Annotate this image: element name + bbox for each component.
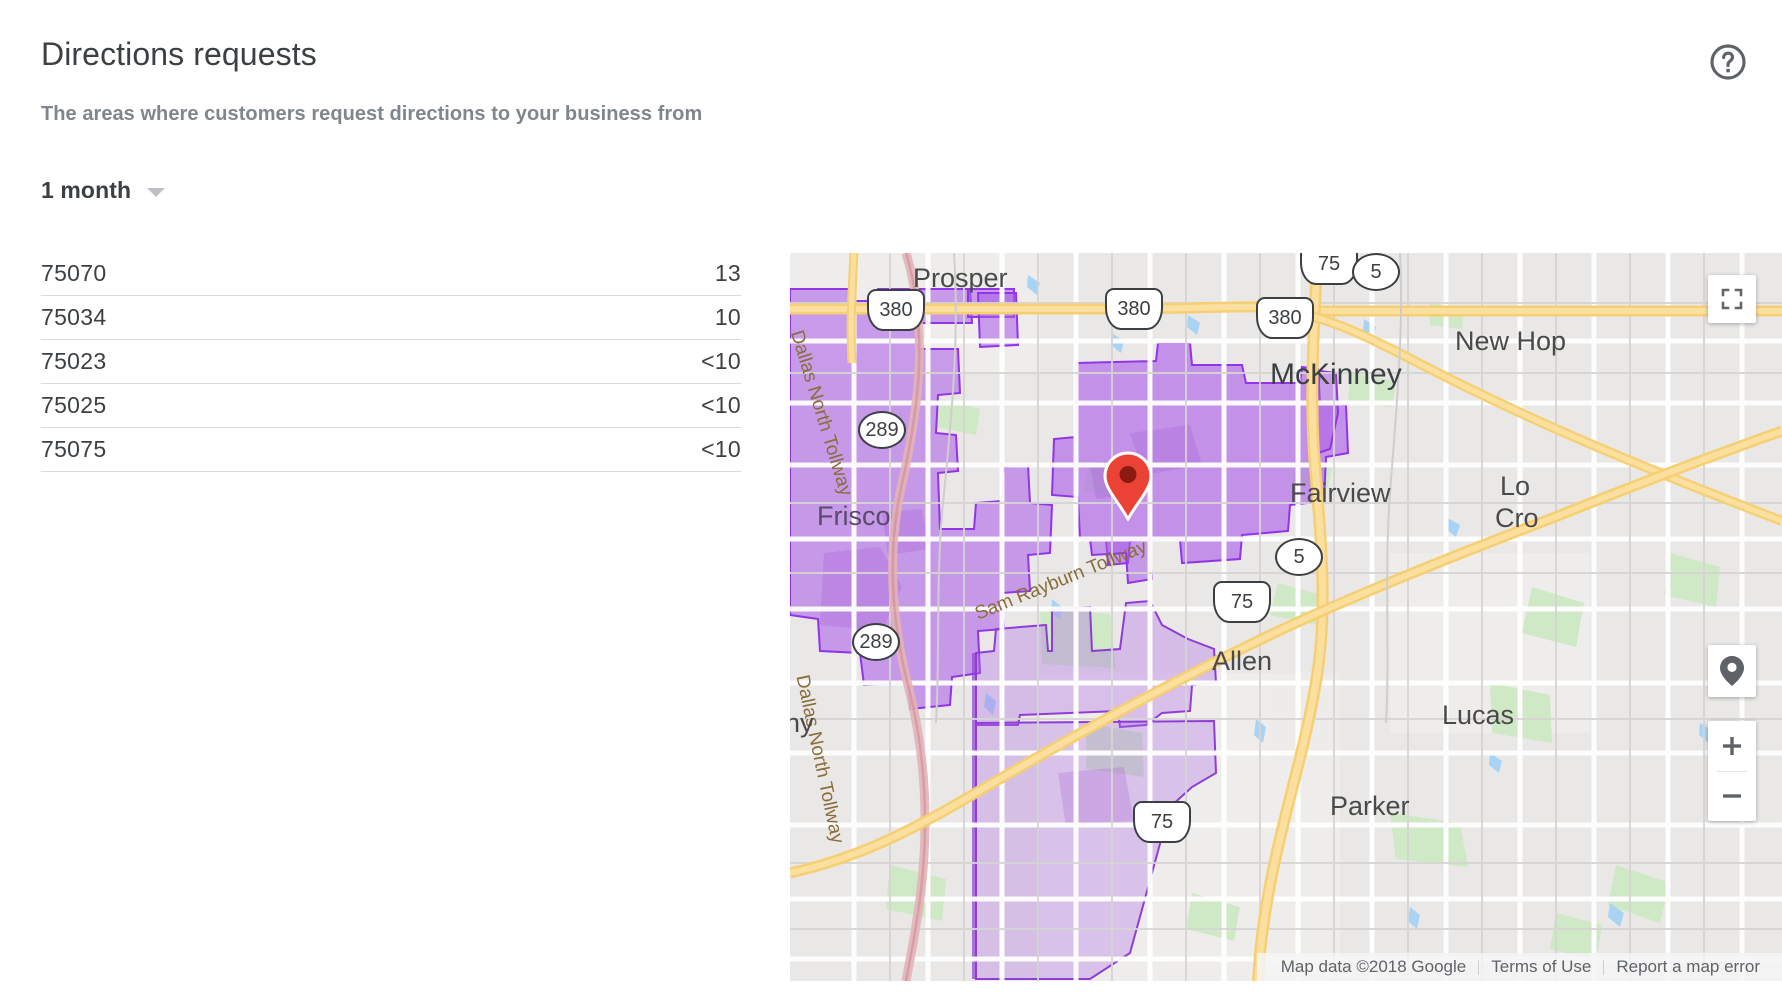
directions-map[interactable]: Dallas North Tollway Dallas North Tollwa… [790,253,1782,981]
request-count: <10 [475,427,741,472]
area-code: 75025 [41,383,476,428]
table-row: 75023 <10 [41,339,741,384]
map-zoom-controls[interactable] [1708,721,1756,821]
table-row: 75034 10 [41,295,741,340]
zoom-divider [1717,771,1747,772]
request-count: 13 [475,252,741,296]
table-row: 75025 <10 [41,383,741,428]
map-tiles [790,253,1782,981]
map-zoom-out-button[interactable] [1708,771,1756,821]
map-zoom-in-button[interactable] [1708,721,1756,771]
minus-icon [1721,785,1743,807]
area-code: 75023 [41,339,476,384]
request-count: <10 [475,383,741,428]
map-pin-icon [1719,655,1745,687]
map-data-attribution: Map data ©2018 Google [1280,957,1467,976]
map-fullscreen-button[interactable] [1708,275,1756,323]
area-code: 75075 [41,427,476,472]
table-body: 75070 13 75034 10 75023 <10 75025 <10 75… [41,252,741,472]
table-row: 75070 13 [41,252,741,296]
terms-of-use-link[interactable]: Terms of Use [1479,957,1603,977]
chevron-down-icon [147,187,166,197]
map-attribution-bar: Map data ©2018 Google Terms of Use Repor… [1256,953,1782,981]
area-code: 75070 [41,252,476,296]
fullscreen-expand-icon [1720,287,1744,311]
period-selector[interactable]: 1 month [41,177,166,204]
page-title: Directions requests [41,36,317,72]
page-subtitle: The areas where customers request direct… [41,103,703,125]
period-selector-label: 1 month [41,177,132,203]
help-circle-icon [1708,42,1748,87]
area-code: 75034 [41,295,476,340]
directions-requests-page: Directions requests The areas where cust… [0,0,1782,1000]
request-count: <10 [475,339,741,384]
map-locate-button[interactable] [1708,645,1756,697]
help-button[interactable] [1702,38,1754,90]
request-count: 10 [475,295,741,340]
report-map-error-link[interactable]: Report a map error [1604,957,1772,977]
table-row: 75075 <10 [41,427,741,472]
directions-areas-table: 75070 13 75034 10 75023 <10 75025 <10 75… [41,252,741,472]
plus-icon [1721,735,1743,757]
